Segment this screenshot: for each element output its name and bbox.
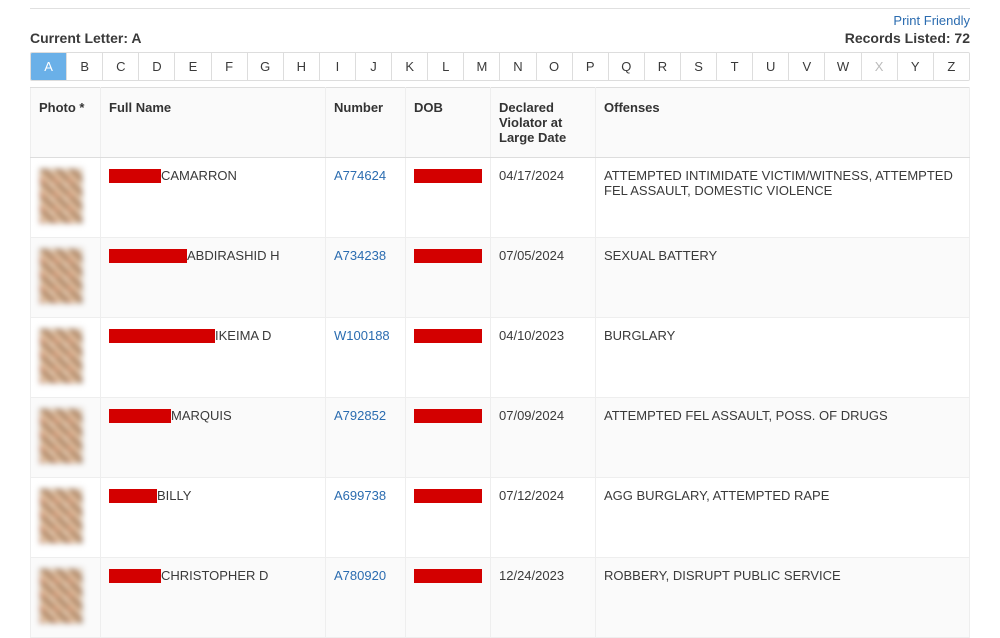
redacted-name-block xyxy=(109,249,187,263)
letter-tab-d[interactable]: D xyxy=(139,53,175,80)
redacted-name-block xyxy=(109,489,157,503)
offender-photo[interactable] xyxy=(39,328,83,384)
letter-tab-g[interactable]: G xyxy=(248,53,284,80)
redacted-dob-block xyxy=(414,249,482,263)
letter-tab-f[interactable]: F xyxy=(212,53,248,80)
letter-tab-a[interactable]: A xyxy=(31,53,67,80)
table-row: CHRISTOPHER D A780920 12/24/2023ROBBERY, D… xyxy=(31,558,970,638)
offender-photo[interactable] xyxy=(39,568,83,624)
letter-tab-t[interactable]: T xyxy=(717,53,753,80)
declared-date: 04/10/2023 xyxy=(491,318,596,398)
redacted-name-block xyxy=(109,569,161,583)
letter-tab-p[interactable]: P xyxy=(573,53,609,80)
offender-number-link[interactable]: A734238 xyxy=(334,248,386,263)
offender-number-link[interactable]: A780920 xyxy=(334,568,386,583)
letter-tab-m[interactable]: M xyxy=(464,53,500,80)
letter-tab-x: X xyxy=(862,53,898,80)
name-suffix: CAMARRON xyxy=(161,168,237,183)
letter-tab-z[interactable]: Z xyxy=(934,53,969,80)
offender-number-link[interactable]: A699738 xyxy=(334,488,386,503)
letter-tab-c[interactable]: C xyxy=(103,53,139,80)
declared-date: 07/12/2024 xyxy=(491,478,596,558)
redacted-name-block xyxy=(109,409,171,423)
declared-date: 04/17/2024 xyxy=(491,158,596,238)
letter-tab-y[interactable]: Y xyxy=(898,53,934,80)
name-suffix: MARQUIS xyxy=(171,408,232,423)
table-row: ABDIRASHID H A734238 07/05/2024SEXUAL BATT… xyxy=(31,238,970,318)
offender-number-link[interactable]: A792852 xyxy=(334,408,386,423)
letter-tab-i[interactable]: I xyxy=(320,53,356,80)
offender-photo[interactable] xyxy=(39,408,83,464)
col-header-declared-date[interactable]: Declared Violator at Large Date xyxy=(491,88,596,158)
name-suffix: IKEIMA D xyxy=(215,328,271,343)
offenses-text: AGG BURGLARY, ATTEMPTED RAPE xyxy=(596,478,970,558)
offender-photo[interactable] xyxy=(39,168,83,224)
redacted-name-block xyxy=(109,169,161,183)
offender-number-link[interactable]: W100188 xyxy=(334,328,390,343)
redacted-dob-block xyxy=(414,489,482,503)
letter-tab-h[interactable]: H xyxy=(284,53,320,80)
offenses-text: BURGLARY xyxy=(596,318,970,398)
redacted-dob-block xyxy=(414,169,482,183)
letter-tab-r[interactable]: R xyxy=(645,53,681,80)
table-row: IKEIMA D W100188 04/10/2023BURGLARY xyxy=(31,318,970,398)
name-suffix: CHRISTOPHER D xyxy=(161,568,268,583)
col-header-dob[interactable]: DOB xyxy=(406,88,491,158)
records-listed-label: Records Listed: 72 xyxy=(845,30,970,46)
results-table: Photo * Full Name Number DOB Declared Vi… xyxy=(30,87,970,638)
offender-number-link[interactable]: A774624 xyxy=(334,168,386,183)
letter-tab-l[interactable]: L xyxy=(428,53,464,80)
col-header-fullname[interactable]: Full Name xyxy=(101,88,326,158)
redacted-dob-block xyxy=(414,329,482,343)
table-row: MARQUIS A792852 07/09/2024ATTEMPTED FEL AS… xyxy=(31,398,970,478)
offender-photo[interactable] xyxy=(39,488,83,544)
letter-tab-n[interactable]: N xyxy=(500,53,536,80)
letter-tab-o[interactable]: O xyxy=(537,53,573,80)
name-suffix: BILLY xyxy=(157,488,191,503)
letter-tab-k[interactable]: K xyxy=(392,53,428,80)
offender-photo[interactable] xyxy=(39,248,83,304)
current-letter-label: Current Letter: A xyxy=(30,30,142,46)
table-row: BILLY A699738 07/12/2024AGG BURGLARY, ATTE… xyxy=(31,478,970,558)
declared-date: 07/09/2024 xyxy=(491,398,596,478)
declared-date: 12/24/2023 xyxy=(491,558,596,638)
letter-tab-e[interactable]: E xyxy=(175,53,211,80)
letter-tabs: ABCDEFGHIJKLMNOPQRSTUVWXYZ xyxy=(30,52,970,81)
redacted-dob-block xyxy=(414,569,482,583)
table-row: CAMARRON A774624 04/17/2024ATTEMPTED INTIM… xyxy=(31,158,970,238)
offenses-text: ATTEMPTED INTIMIDATE VICTIM/WITNESS, ATT… xyxy=(596,158,970,238)
letter-tab-w[interactable]: W xyxy=(825,53,861,80)
name-suffix: ABDIRASHID H xyxy=(187,248,279,263)
letter-tab-s[interactable]: S xyxy=(681,53,717,80)
col-header-offenses[interactable]: Offenses xyxy=(596,88,970,158)
offenses-text: SEXUAL BATTERY xyxy=(596,238,970,318)
declared-date: 07/05/2024 xyxy=(491,238,596,318)
col-header-photo[interactable]: Photo * xyxy=(31,88,101,158)
letter-tab-j[interactable]: J xyxy=(356,53,392,80)
offenses-text: ATTEMPTED FEL ASSAULT, POSS. OF DRUGS xyxy=(596,398,970,478)
offenses-text: ROBBERY, DISRUPT PUBLIC SERVICE xyxy=(596,558,970,638)
letter-tab-v[interactable]: V xyxy=(789,53,825,80)
col-header-number[interactable]: Number xyxy=(326,88,406,158)
letter-tab-u[interactable]: U xyxy=(753,53,789,80)
letter-tab-b[interactable]: B xyxy=(67,53,103,80)
redacted-name-block xyxy=(109,329,215,343)
redacted-dob-block xyxy=(414,409,482,423)
letter-tab-q[interactable]: Q xyxy=(609,53,645,80)
print-friendly-link[interactable]: Print Friendly xyxy=(30,13,970,28)
